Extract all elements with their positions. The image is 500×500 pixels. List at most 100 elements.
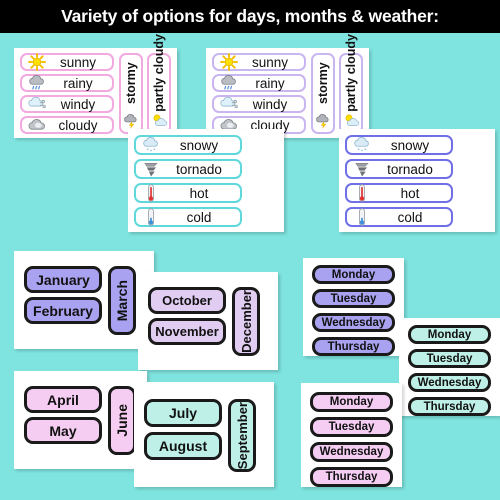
weather-card-hot[interactable]: hot — [134, 183, 242, 203]
month-chip-october[interactable]: October — [148, 287, 226, 314]
weather-card-hot[interactable]: hot — [345, 183, 453, 203]
month-label: December — [238, 290, 254, 353]
months-panel-purple: January February March — [14, 251, 154, 349]
day-label: Wednesday — [417, 376, 482, 389]
day-chip-tuesday[interactable]: Tuesday — [408, 349, 491, 368]
day-label: Tuesday — [328, 421, 375, 433]
month-label: November — [155, 324, 219, 339]
day-label: Monday — [331, 268, 376, 281]
day-chip-thursday[interactable]: Thursday — [310, 467, 393, 487]
weather-panel-pink: sunny rainy windy cloudy stormy partly c… — [14, 34, 177, 138]
day-chip-thursday[interactable]: Thursday — [408, 397, 491, 416]
day-chip-wednesday[interactable]: Wednesday — [408, 373, 491, 392]
weather-card-rainy[interactable]: rainy — [20, 74, 114, 92]
months-panel-mint: July August September — [134, 382, 274, 487]
weather-label: cold — [186, 209, 212, 225]
weather-label: tornado — [176, 161, 222, 177]
month-chip-february[interactable]: February — [24, 297, 102, 324]
month-chip-august[interactable]: August — [144, 432, 222, 460]
weather-card-tornado[interactable]: tornado — [134, 159, 242, 179]
month-chip-november[interactable]: November — [148, 318, 226, 345]
sun-cloud-icon — [151, 112, 168, 129]
thermometer-cold-icon — [352, 207, 372, 227]
weather-card-snowy[interactable]: snowy — [134, 135, 242, 155]
weather-label: tornado — [387, 161, 433, 177]
thermometer-hot-icon — [141, 183, 161, 203]
weather-card-cold[interactable]: cold — [345, 207, 453, 227]
month-label: October — [162, 293, 212, 308]
month-label: June — [114, 404, 130, 437]
storm-cloud-icon — [315, 112, 332, 129]
weather-label: snowy — [179, 137, 219, 153]
weather-panel-cyan: snowy tornado hot cold — [128, 129, 284, 232]
day-label: Tuesday — [330, 292, 377, 305]
weather-label: hot — [400, 185, 420, 201]
day-label: Monday — [427, 328, 472, 341]
weather-label: rainy — [63, 75, 93, 91]
snow-cloud-icon — [352, 135, 372, 155]
weather-label: sunny — [251, 54, 289, 70]
wind-cloud-icon — [219, 94, 239, 114]
month-chip-april[interactable]: April — [24, 386, 102, 413]
weather-card-windy[interactable]: windy — [212, 95, 306, 113]
day-label: Monday — [329, 396, 374, 408]
months-panel-lavender: October November December — [138, 272, 278, 370]
weather-card-cold[interactable]: cold — [134, 207, 242, 227]
month-label: August — [158, 438, 208, 454]
month-chip-june[interactable]: June — [108, 386, 136, 455]
days-panel-pink: Monday Tuesday Wednesday Thursday — [301, 383, 402, 487]
weather-card-sunny[interactable]: sunny — [20, 53, 114, 71]
day-chip-thursday[interactable]: Thursday — [312, 337, 395, 356]
weather-label: windy — [60, 96, 96, 112]
month-chip-september[interactable]: September — [228, 399, 256, 472]
weather-panel-blue: snowy tornado hot cold — [339, 129, 495, 232]
thermometer-cold-icon — [141, 207, 161, 227]
month-chip-may[interactable]: May — [24, 417, 102, 444]
sun-icon — [219, 52, 239, 72]
day-chip-wednesday[interactable]: Wednesday — [312, 313, 395, 332]
weather-card-rainy[interactable]: rainy — [212, 74, 306, 92]
sun-cloud-icon — [343, 112, 360, 129]
month-label: March — [114, 279, 130, 322]
tornado-icon — [352, 159, 372, 179]
weather-card-windy[interactable]: windy — [20, 95, 114, 113]
month-chip-december[interactable]: December — [232, 287, 260, 356]
day-chip-tuesday[interactable]: Tuesday — [310, 417, 393, 437]
weather-card-sunny[interactable]: sunny — [212, 53, 306, 71]
weather-label: hot — [189, 185, 209, 201]
day-chip-monday[interactable]: Monday — [408, 325, 491, 344]
rain-cloud-icon — [27, 73, 47, 93]
month-label: May — [49, 422, 77, 439]
month-label: September — [234, 401, 250, 470]
snow-cloud-icon — [141, 135, 161, 155]
weather-label: snowy — [390, 137, 430, 153]
weather-label: sunny — [59, 54, 97, 70]
month-chip-july[interactable]: July — [144, 399, 222, 427]
weather-card-stormy[interactable]: stormy — [311, 53, 335, 134]
weather-card-snowy[interactable]: snowy — [345, 135, 453, 155]
month-chip-march[interactable]: March — [108, 266, 136, 335]
day-label: Tuesday — [426, 352, 473, 365]
rain-cloud-icon — [219, 73, 239, 93]
storm-cloud-icon — [123, 112, 140, 129]
month-chip-january[interactable]: January — [24, 266, 102, 293]
weather-label: windy — [252, 96, 288, 112]
weather-card-partly-cloudy[interactable]: partly cloudy — [147, 34, 171, 134]
day-label: Thursday — [325, 471, 378, 483]
months-panel-pink: April May June — [14, 371, 147, 469]
day-chip-tuesday[interactable]: Tuesday — [312, 289, 395, 308]
page-header: Variety of options for days, months & we… — [0, 0, 500, 33]
day-label: Thursday — [327, 340, 380, 353]
thermometer-hot-icon — [352, 183, 372, 203]
weather-card-tornado[interactable]: tornado — [345, 159, 453, 179]
wind-cloud-icon — [27, 94, 47, 114]
day-chip-monday[interactable]: Monday — [310, 392, 393, 412]
day-chip-monday[interactable]: Monday — [312, 265, 395, 284]
weather-card-cloudy[interactable]: cloudy — [20, 116, 114, 134]
cloud-icon — [27, 115, 47, 135]
weather-card-partly-cloudy[interactable]: partly cloudy — [339, 34, 363, 134]
month-label: July — [168, 405, 197, 421]
weather-card-stormy[interactable]: stormy — [119, 53, 143, 134]
day-chip-wednesday[interactable]: Wednesday — [310, 442, 393, 462]
days-panel-purple: Monday Tuesday Wednesday Thursday — [303, 258, 404, 356]
